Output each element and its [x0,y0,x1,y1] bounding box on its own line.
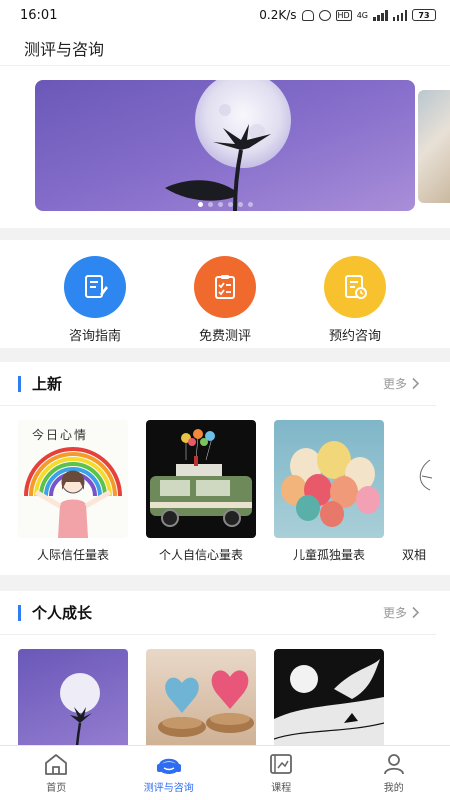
document-clock-icon [324,256,386,318]
tab-label: 首页 [46,783,67,794]
battery-icon: 73 [412,9,436,21]
carousel-dot[interactable] [207,202,213,207]
card-image [402,420,450,538]
section-title-text: 上新 [32,375,63,393]
profile-icon [383,754,404,775]
more-button[interactable]: 更多 [383,604,420,621]
screen: 16:01 0.2K/s HD 4G 73 测评与咨询 咨询指南 免费测评 预约… [0,0,450,800]
status-bar: 16:01 0.2K/s HD 4G 73 [0,0,450,30]
more-button[interactable]: 更多 [383,375,420,392]
section-accent-bar [18,375,21,392]
banner-next-slide-preview[interactable] [418,90,450,203]
tab-label: 课程 [271,783,292,794]
app-header: 测评与咨询 [0,30,450,66]
banner-carousel[interactable] [0,66,450,228]
carousel-dots [35,202,415,207]
bottom-tab-bar: 首页 测评与咨询 课程 我的 [0,745,450,800]
section-title: 个人成长 [18,602,92,623]
carousel-dot[interactable] [247,202,253,207]
tab-courses[interactable]: 课程 [236,752,326,794]
signal-icon [373,9,388,21]
scale-card[interactable]: 个人自信心量表 [146,420,256,563]
card-label: 儿童孤独量表 [292,548,365,562]
section-accent-bar [18,604,21,621]
section-header: 上新 更多 [0,362,436,406]
mute-bell-icon [301,9,314,21]
net-speed: 0.2K/s [259,8,297,22]
card-image [18,649,128,745]
headset-icon [156,758,181,774]
growth-card[interactable] [18,649,128,745]
card-image-caption: 今日心情 [32,428,89,442]
carousel-dot[interactable] [217,202,223,207]
personal-growth-section: 个人成长 更多 [0,591,450,745]
hd-badge: HD [335,9,352,21]
card-list: 今日心情 人际信任量表 个人自信心量表 儿童孤独量表 双相 [0,406,450,563]
more-label: 更多 [382,377,407,391]
card-image [274,420,384,538]
signal-2-icon [392,9,407,21]
growth-card[interactable] [274,649,384,745]
section-header: 个人成长 更多 [0,591,436,635]
notebook-pen-icon [64,256,126,318]
quick-action-label: 咨询指南 [68,329,121,344]
tab-home[interactable]: 首页 [11,752,101,794]
section-title-text: 个人成长 [32,604,93,622]
course-icon [270,754,293,774]
moon-flower-illustration [165,80,291,211]
growth-card[interactable] [146,649,256,745]
quick-actions: 咨询指南 免费测评 预约咨询 [0,240,450,348]
network-type: 4G [356,10,368,20]
scale-card[interactable]: 儿童孤独量表 [274,420,384,563]
tab-label: 我的 [383,783,404,794]
banner-slide[interactable] [35,80,415,211]
clipboard-check-icon [194,256,256,318]
card-image [146,420,256,538]
tab-assessment-consult[interactable]: 测评与咨询 [124,752,214,794]
free-assessment-button[interactable]: 免费测评 [170,256,280,344]
carousel-dot[interactable] [237,202,243,207]
section-title: 上新 [18,373,62,394]
card-image: 今日心情 [18,420,128,538]
card-list [0,635,450,745]
chevron-right-icon [412,606,420,619]
scale-card[interactable]: 双相 [402,420,450,563]
home-icon [45,754,68,775]
more-label: 更多 [382,606,407,620]
book-consultation-button[interactable]: 预约咨询 [300,256,410,344]
alarm-icon [318,9,331,21]
new-arrivals-section: 上新 更多 今日心情 人际信任量表 个人自信心量表 儿童孤独量表 双相 [0,362,450,575]
chevron-right-icon [412,377,420,390]
carousel-dot[interactable] [197,202,203,207]
card-label: 人际信任量表 [36,548,109,562]
quick-action-label: 免费测评 [198,329,251,344]
tab-label: 测评与咨询 [143,783,194,794]
card-image [274,649,384,745]
card-label: 双相 [402,548,427,562]
status-icons: 0.2K/s HD 4G 73 [259,8,436,22]
page-title: 测评与咨询 [24,39,105,59]
card-image [146,649,256,745]
carousel-dot[interactable] [227,202,233,207]
status-time: 16:01 [20,7,58,23]
consult-guide-button[interactable]: 咨询指南 [40,256,150,344]
card-label: 个人自信心量表 [158,548,243,562]
tab-profile[interactable]: 我的 [349,752,439,794]
scale-card[interactable]: 今日心情 人际信任量表 [18,420,128,563]
quick-action-label: 预约咨询 [328,329,381,344]
